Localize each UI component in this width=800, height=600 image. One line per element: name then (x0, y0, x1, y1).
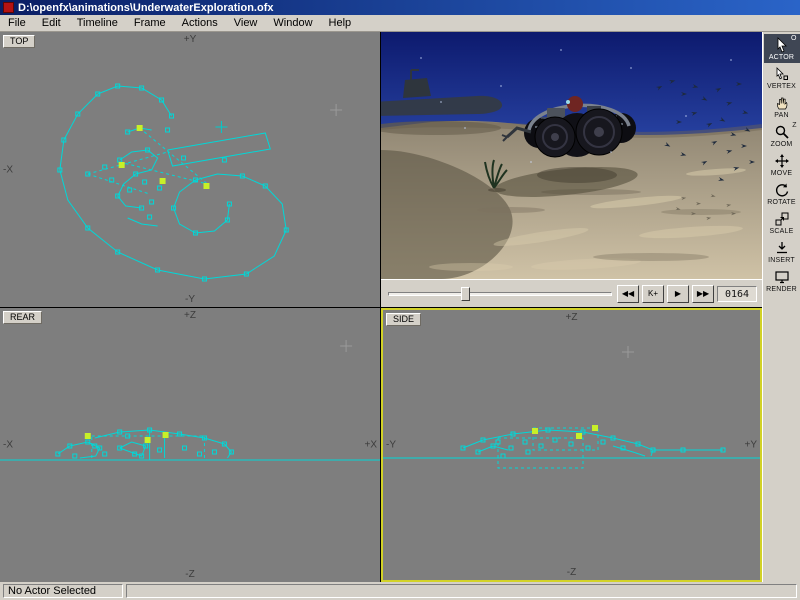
tool-move[interactable]: MOVE (764, 150, 800, 179)
window-title: D:\openfx\animations\UnderwaterExplorati… (18, 2, 273, 14)
title-bar: D:\openfx\animations\UnderwaterExplorati… (0, 0, 800, 15)
menu-file[interactable]: File (0, 16, 34, 31)
status-spacer (126, 584, 797, 598)
axis-label-plus-x: +X (364, 440, 377, 451)
viewport-top[interactable]: TOP +Y -Y -X (0, 32, 381, 308)
axis-label-minus-y: -Y (185, 294, 195, 305)
fast-forward-button[interactable]: ▶▶ (692, 285, 714, 303)
axis-label-minus-z: -Z (567, 567, 576, 578)
tool-rotate[interactable]: ROTATE (764, 179, 800, 208)
viewport-rear-tab[interactable]: REAR (3, 311, 42, 324)
render-scene (381, 32, 762, 279)
axis-label-minus-y: -Y (386, 440, 396, 451)
viewport-grid: TOP +Y -Y -X (0, 32, 762, 582)
timeline-slider[interactable] (386, 280, 614, 307)
rotate-arrow-icon (774, 182, 790, 198)
tool-pan[interactable]: PAN (764, 92, 800, 121)
render-monitor-icon (774, 269, 790, 285)
main-area: TOP +Y -Y -X (0, 32, 800, 582)
tool-shortcut: O (791, 35, 796, 42)
axis-label-plus-y: +Y (184, 34, 197, 45)
axis-label-plus-z: +Z (566, 312, 578, 323)
key-frame-button[interactable]: K+ (642, 285, 664, 303)
viewport-render[interactable]: ◀◀ K+ ▶ ▶▶ 0164 (381, 32, 762, 308)
tool-label: PAN (774, 112, 788, 119)
status-message: No Actor Selected (3, 584, 123, 598)
menu-bar: File Edit Timeline Frame Actions View Wi… (0, 15, 800, 32)
menu-frame[interactable]: Frame (126, 16, 174, 31)
rewind-button[interactable]: ◀◀ (617, 285, 639, 303)
axis-label-plus-y: +Y (744, 440, 757, 451)
tool-label: VERTEX (767, 83, 796, 90)
timeline-bar: ◀◀ K+ ▶ ▶▶ 0164 (381, 279, 762, 307)
tool-label: ZOOM (771, 141, 793, 148)
play-button[interactable]: ▶ (667, 285, 689, 303)
menu-edit[interactable]: Edit (34, 16, 69, 31)
axis-label-minus-x: -X (3, 164, 13, 175)
tool-insert[interactable]: INSERT (764, 237, 800, 266)
tool-actor[interactable]: O ACTOR (764, 34, 800, 63)
magnifier-icon (774, 124, 790, 140)
tool-palette: O ACTOR VERTEX PAN Z ZOOM MOVE ROTATE (762, 32, 800, 582)
wireframe-top (0, 32, 380, 307)
tool-label: ROTATE (767, 199, 796, 206)
menu-view[interactable]: View (226, 16, 266, 31)
viewport-side-tab[interactable]: SIDE (386, 313, 421, 326)
menu-actions[interactable]: Actions (174, 16, 226, 31)
axis-label-plus-z: +Z (184, 310, 196, 321)
tool-scale[interactable]: SCALE (764, 208, 800, 237)
insert-arrow-icon (774, 240, 790, 256)
tool-label: INSERT (768, 257, 795, 264)
menu-help[interactable]: Help (321, 16, 360, 31)
tool-vertex[interactable]: VERTEX (764, 63, 800, 92)
scale-boxes-icon (774, 211, 790, 227)
tool-shortcut: Z (792, 122, 796, 129)
tool-label: RENDER (766, 286, 797, 293)
rover-shadow-core (537, 167, 617, 183)
viewport-rear[interactable]: REAR +Z -Z -X +X (0, 308, 381, 582)
tool-label: MOVE (771, 170, 792, 177)
tool-render[interactable]: RENDER (764, 266, 800, 295)
status-bar: No Actor Selected (0, 582, 800, 600)
tool-label: SCALE (770, 228, 794, 235)
app-icon[interactable] (3, 2, 14, 13)
viewport-side[interactable]: SIDE +Z -Z -Y +Y (381, 308, 762, 582)
move-arrows-icon (774, 153, 790, 169)
tool-label: ACTOR (769, 54, 794, 61)
actor-cursor-icon (774, 37, 790, 53)
timeline-slider-thumb[interactable] (461, 287, 470, 301)
wireframe-rear (0, 308, 380, 582)
render-preview (381, 32, 762, 279)
menu-timeline[interactable]: Timeline (69, 16, 126, 31)
wireframe-side (383, 310, 760, 580)
hand-icon (774, 95, 790, 111)
vertex-cursor-icon (774, 66, 790, 82)
frame-counter: 0164 (717, 286, 757, 302)
tool-zoom[interactable]: Z ZOOM (764, 121, 800, 150)
timeline-groove (388, 292, 612, 296)
axis-label-minus-x: -X (3, 440, 13, 451)
axis-label-minus-z: -Z (185, 569, 194, 580)
menu-window[interactable]: Window (265, 16, 320, 31)
viewport-top-tab[interactable]: TOP (3, 35, 35, 48)
